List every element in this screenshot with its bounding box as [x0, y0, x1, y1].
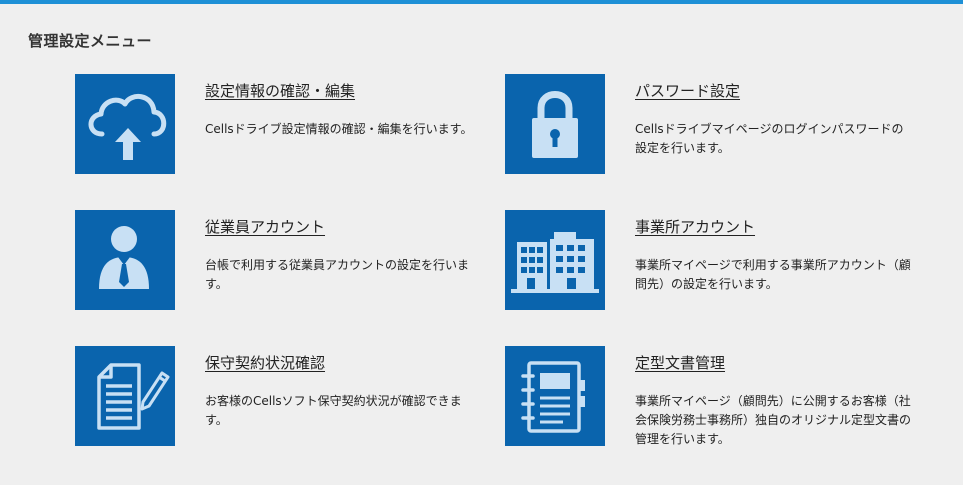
password-description: Cellsドライブマイページのログインパスワードの設定を行います。 [635, 122, 904, 155]
employee-account-link[interactable]: 従業員アカウント [205, 216, 325, 237]
settings-info-tile[interactable] [75, 74, 175, 174]
top-accent-bar [0, 0, 963, 4]
office-account-tile[interactable] [505, 210, 605, 310]
lock-icon [532, 91, 578, 158]
menu-item-template-documents: 定型文書管理 事業所マイページ（顧問先）に公開するお客様（社会保険労務士事務所）… [505, 346, 925, 446]
password-tile[interactable] [505, 74, 605, 174]
employee-icon [99, 226, 149, 289]
maintenance-contract-tile[interactable] [75, 346, 175, 446]
menu-item-password: パスワード設定 Cellsドライブマイページのログインパスワードの設定を行います… [505, 74, 925, 174]
maintenance-contract-link[interactable]: 保守契約状況確認 [205, 352, 325, 373]
cloud-upload-icon [88, 94, 167, 160]
employee-account-description: 台帳で利用する従業員アカウントの設定を行います。 [205, 258, 470, 291]
page-title: 管理設定メニュー [28, 32, 153, 50]
maintenance-contract-description: お客様のCellsソフト保守契約状況が確認できます。 [205, 394, 462, 427]
office-account-description: 事業所マイページで利用する事業所アカウント（顧問先）の設定を行います。 [635, 258, 911, 291]
notebook-icon [521, 361, 585, 433]
menu-item-office-account: 事業所アカウント 事業所マイページで利用する事業所アカウント（顧問先）の設定を行… [505, 210, 925, 310]
employee-account-tile[interactable] [75, 210, 175, 310]
settings-info-link[interactable]: 設定情報の確認・編集 [205, 80, 355, 101]
settings-info-description: Cellsドライブ設定情報の確認・編集を行います。 [205, 122, 473, 136]
menu-item-settings-info: 設定情報の確認・編集 Cellsドライブ設定情報の確認・編集を行います。 [75, 74, 495, 174]
template-documents-description: 事業所マイページ（顧問先）に公開するお客様（社会保険労務士事務所）独自のオリジナ… [635, 394, 912, 446]
menu-item-employee-account: 従業員アカウント 台帳で利用する従業員アカウントの設定を行います。 [75, 210, 495, 310]
document-pen-icon [97, 363, 170, 430]
building-icon [511, 232, 599, 293]
menu-item-maintenance-contract: 保守契約状況確認 お客様のCellsソフト保守契約状況が確認できます。 [75, 346, 495, 446]
template-documents-link[interactable]: 定型文書管理 [635, 352, 725, 373]
password-link[interactable]: パスワード設定 [635, 80, 740, 101]
template-documents-tile[interactable] [505, 346, 605, 446]
office-account-link[interactable]: 事業所アカウント [635, 216, 755, 237]
